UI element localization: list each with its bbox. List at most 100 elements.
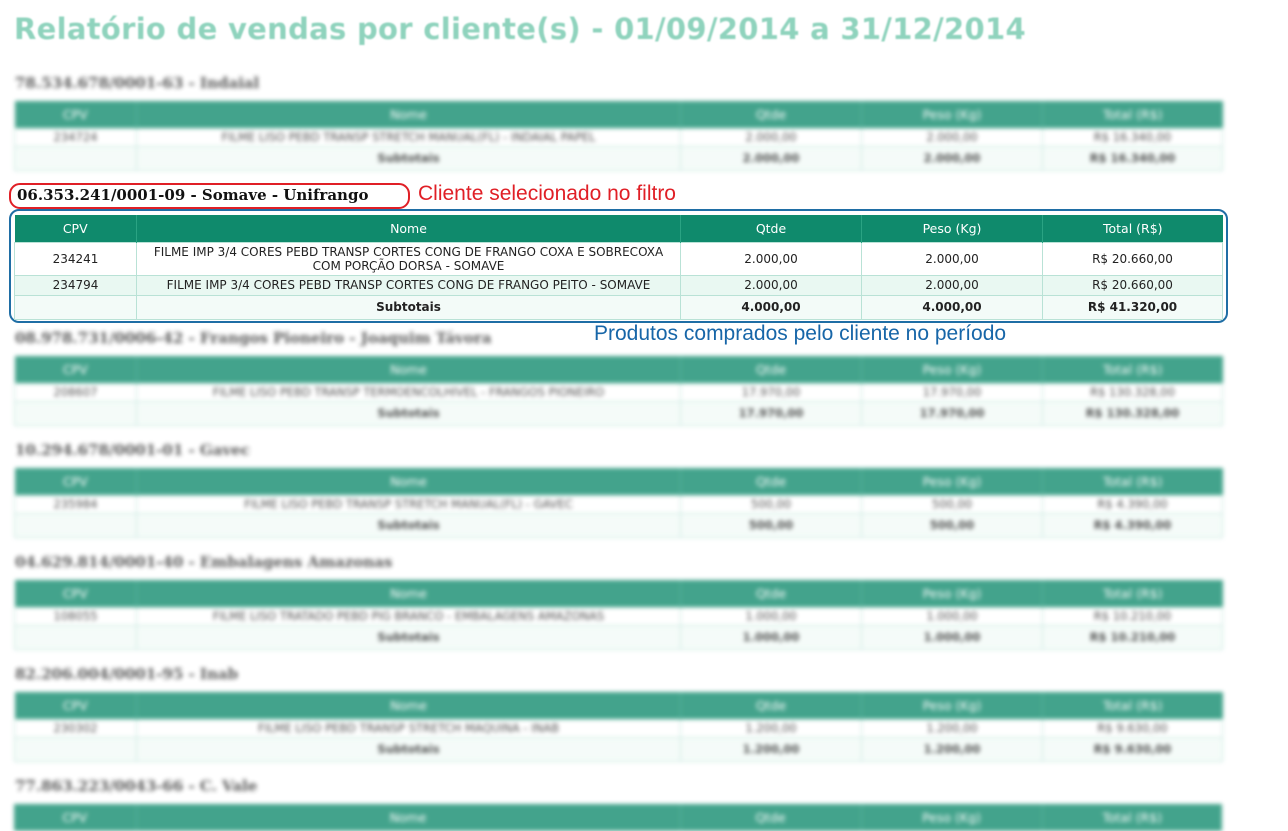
col-peso: Peso (Kg) xyxy=(860,804,1042,831)
client-heading: 04.629.814/0001-40 - Embalagens Amazonas xyxy=(15,553,393,571)
col-nome: Nome xyxy=(136,215,681,242)
cell-empty xyxy=(14,294,137,320)
cell-total: R$ 130.328,00 xyxy=(1042,382,1223,403)
subtotal-qtde: 500,00 xyxy=(680,513,862,539)
col-qtde: Qtde xyxy=(680,101,862,128)
cell-total: R$ 20.660,00 xyxy=(1042,275,1223,296)
subtotal-qtde: 4.000,00 xyxy=(680,294,862,320)
subtotal-total: R$ 16.340,00 xyxy=(1042,146,1223,172)
client-heading: 82.206.004/0001-95 - Inab xyxy=(15,665,239,683)
client-heading: 10.294.678/0001-01 - Gavec xyxy=(15,441,250,459)
col-total: Total (R$) xyxy=(1042,101,1223,128)
client-sales-table: CPV Nome Qtde Peso (Kg) Total (R$) 23598… xyxy=(14,468,1223,539)
cell-peso: 1.000,00 xyxy=(861,606,1043,627)
subtotal-label: Subtotais xyxy=(136,401,681,427)
subtotal-row: Subtotais 4.000,00 4.000,00 R$ 41.320,00 xyxy=(14,294,1223,320)
client-sales-table: CPV Nome Qtde Peso (Kg) Total (R$) 23472… xyxy=(14,101,1223,172)
subtotal-label: Subtotais xyxy=(136,737,681,763)
client-sales-table: CPV Nome Qtde Peso (Kg) Total (R$) xyxy=(14,804,1222,831)
cell-qtde: 2.000,00 xyxy=(680,275,862,296)
cell-total: R$ 20.660,00 xyxy=(1042,241,1223,277)
cell-empty xyxy=(14,146,137,172)
subtotal-row: Subtotais 1.200,00 1.200,00 R$ 9.630,00 xyxy=(14,737,1223,763)
client-sales-table: CPV Nome Qtde Peso (Kg) Total (R$) 23030… xyxy=(14,692,1223,763)
cell-cpv: 234724 xyxy=(14,127,137,148)
col-total: Total (R$) xyxy=(1042,692,1223,719)
report-title: Relatório de vendas por cliente(s) - 01/… xyxy=(14,12,1026,46)
subtotal-label: Subtotais xyxy=(136,513,681,539)
client-sales-table: CPV Nome Qtde Peso (Kg) Total (R$) 10805… xyxy=(14,580,1223,651)
col-nome: Nome xyxy=(136,692,681,719)
cell-total: R$ 9.630,00 xyxy=(1042,718,1223,739)
subtotal-peso: 2.000,00 xyxy=(861,146,1043,172)
cell-cpv: 234794 xyxy=(14,275,137,296)
cell-peso: 1.200,00 xyxy=(861,718,1043,739)
col-total: Total (R$) xyxy=(1042,468,1223,495)
cell-cpv: 108055 xyxy=(14,606,137,627)
subtotal-peso: 1.000,00 xyxy=(861,625,1043,651)
subtotal-peso: 1.200,00 xyxy=(861,737,1043,763)
cell-nome: FILME LISO PEBD TRANSP TERMOENCOLHIVEL -… xyxy=(136,382,681,403)
cell-peso: 2.000,00 xyxy=(861,241,1043,277)
cell-nome: FILME LISO PEBD TRANSP STRETCH MANUAL(FL… xyxy=(136,127,681,148)
subtotal-total: R$ 4.390,00 xyxy=(1042,513,1223,539)
subtotal-row: Subtotais 500,00 500,00 R$ 4.390,00 xyxy=(14,513,1223,539)
col-qtde: Qtde xyxy=(679,804,861,831)
client-heading: 78.534.678/0001-63 - Indaial xyxy=(15,74,260,92)
cell-cpv: 208607 xyxy=(14,382,137,403)
table-row: 234241 FILME IMP 3/4 CORES PEBD TRANSP C… xyxy=(14,241,1223,277)
subtotal-qtde: 1.200,00 xyxy=(680,737,862,763)
subtotal-qtde: 17.970,00 xyxy=(680,401,862,427)
col-total: Total (R$) xyxy=(1042,580,1223,607)
table-row: 235984 FILME LISO PEBD TRANSP STRETCH MA… xyxy=(14,494,1223,515)
col-qtde: Qtde xyxy=(680,468,862,495)
col-cpv: CPV xyxy=(14,804,136,831)
col-peso: Peso (Kg) xyxy=(861,692,1043,719)
subtotal-peso: 17.970,00 xyxy=(861,401,1043,427)
cell-peso: 500,00 xyxy=(861,494,1043,515)
cell-nome: FILME IMP 3/4 CORES PEBD TRANSP CORTES C… xyxy=(136,275,681,296)
col-total: Total (R$) xyxy=(1041,804,1222,831)
cell-peso: 17.970,00 xyxy=(861,382,1043,403)
cell-qtde: 17.970,00 xyxy=(680,382,862,403)
cell-qtde: 500,00 xyxy=(680,494,862,515)
col-peso: Peso (Kg) xyxy=(861,101,1043,128)
col-peso: Peso (Kg) xyxy=(861,215,1043,242)
subtotal-peso: 4.000,00 xyxy=(861,294,1043,320)
col-cpv: CPV xyxy=(14,692,137,719)
col-total: Total (R$) xyxy=(1042,215,1223,242)
cell-total: R$ 10.210,00 xyxy=(1042,606,1223,627)
col-nome: Nome xyxy=(136,468,681,495)
cell-nome: FILME LISO PEBD TRANSP STRETCH MAQUINA -… xyxy=(136,718,681,739)
col-total: Total (R$) xyxy=(1042,356,1223,383)
col-qtde: Qtde xyxy=(680,356,862,383)
table-row: 230302 FILME LISO PEBD TRANSP STRETCH MA… xyxy=(14,718,1223,739)
subtotal-row: Subtotais 2.000,00 2.000,00 R$ 16.340,00 xyxy=(14,146,1223,172)
col-peso: Peso (Kg) xyxy=(861,580,1043,607)
subtotal-label: Subtotais xyxy=(136,294,681,320)
col-cpv: CPV xyxy=(14,356,137,383)
client-sales-table: CPV Nome Qtde Peso (Kg) Total (R$) 20860… xyxy=(14,356,1223,427)
cell-empty xyxy=(14,513,137,539)
table-row: 234794 FILME IMP 3/4 CORES PEBD TRANSP C… xyxy=(14,275,1223,296)
cell-empty xyxy=(14,625,137,651)
col-cpv: CPV xyxy=(14,101,137,128)
col-nome: Nome xyxy=(136,101,681,128)
cell-qtde: 1.000,00 xyxy=(680,606,862,627)
col-nome: Nome xyxy=(136,580,681,607)
subtotal-total: R$ 130.328,00 xyxy=(1042,401,1223,427)
col-qtde: Qtde xyxy=(680,215,862,242)
cell-qtde: 2.000,00 xyxy=(680,127,862,148)
subtotal-total: R$ 9.630,00 xyxy=(1042,737,1223,763)
cell-nome: FILME LISO PEBD TRANSP STRETCH MANUAL(FL… xyxy=(136,494,681,515)
subtotal-label: Subtotais xyxy=(136,146,681,172)
cell-total: R$ 4.390,00 xyxy=(1042,494,1223,515)
col-cpv: CPV xyxy=(14,215,137,242)
client-heading: 08.978.731/0006-42 - Frangos Pioneiro - … xyxy=(15,329,492,347)
client-sales-table: CPV Nome Qtde Peso (Kg) Total (R$) 23424… xyxy=(14,215,1223,320)
table-row: 208607 FILME LISO PEBD TRANSP TERMOENCOL… xyxy=(14,382,1223,403)
cell-nome: FILME LISO TRATADO PEBD PIG BRANCO - EMB… xyxy=(136,606,681,627)
col-nome: Nome xyxy=(136,356,681,383)
subtotal-total: R$ 10.210,00 xyxy=(1042,625,1223,651)
subtotal-total: R$ 41.320,00 xyxy=(1042,294,1223,320)
